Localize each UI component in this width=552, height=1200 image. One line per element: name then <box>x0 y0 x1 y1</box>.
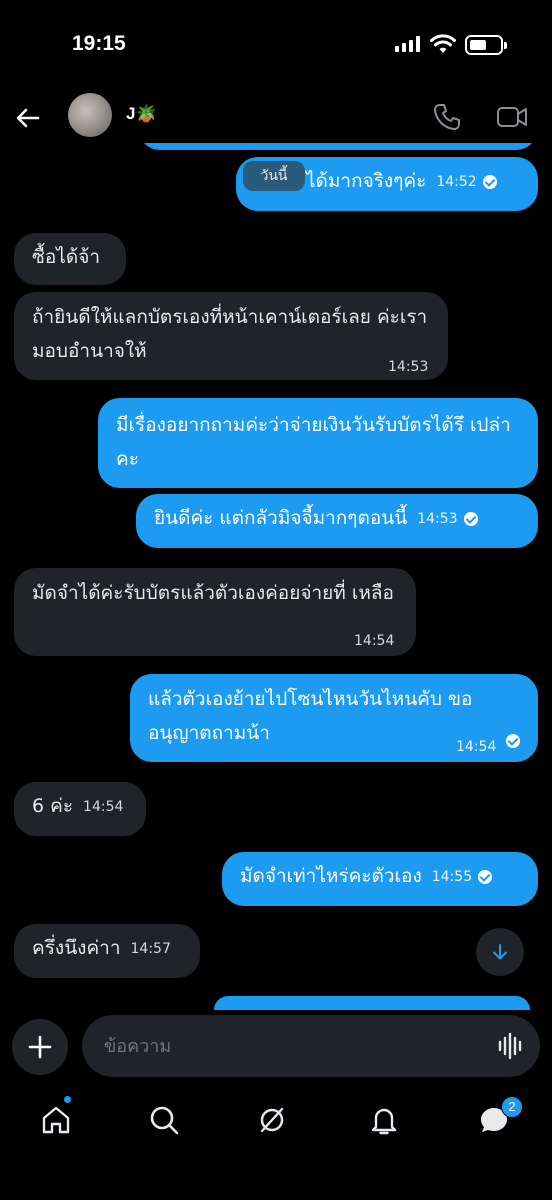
message-text: มีเรื่องอยากถามค่ะว่าจ่ายเงินวันรับบัตรไ… <box>116 414 511 470</box>
home-icon <box>42 1106 70 1134</box>
message-text: 6 ค่ะ <box>32 795 74 817</box>
grok-icon <box>260 1107 284 1133</box>
search-icon <box>150 1106 179 1135</box>
message-time: 14:54 <box>456 739 497 755</box>
back-arrow-icon[interactable] <box>14 104 42 132</box>
message-time: 14:54 <box>83 798 124 815</box>
message-text: ครึ่งนึงค่าา <box>32 937 121 959</box>
message-bubble-incoming[interactable]: ถ้ายินดีให้แลกบัตรเองที่หน้าเคาน์เตอร์เล… <box>14 292 448 380</box>
nav-notifications[interactable] <box>364 1100 404 1140</box>
video-call-icon[interactable] <box>496 102 528 132</box>
plus-icon <box>28 1035 52 1059</box>
phone-icon[interactable] <box>432 102 462 132</box>
partial-message-bubble <box>214 996 530 1010</box>
arrow-down-icon <box>493 944 507 960</box>
message-bubble-incoming[interactable]: มัดจำได้ค่ะรับบัตรแล้วตัวเองค่อยจ่ายที่ … <box>14 568 416 656</box>
wifi-icon <box>430 34 456 53</box>
message-time: 14:55 <box>431 868 473 885</box>
message-text: ยินดีค่ะ แต่กลัวมิจจี้มากๆตอนนี้ <box>154 507 408 529</box>
bell-icon <box>371 1108 397 1135</box>
avatar[interactable] <box>68 93 112 137</box>
message-bubble-incoming[interactable]: 6 ค่ะ 14:54 <box>14 782 146 836</box>
read-receipt-icon <box>478 869 493 884</box>
status-bar: 19:15 <box>0 0 552 90</box>
bottom-navigation: 2 <box>0 1086 552 1200</box>
nav-search[interactable] <box>144 1100 184 1140</box>
messages-badge: 2 <box>501 1096 523 1118</box>
message-bubble-incoming[interactable]: ซื้อได้จ้า <box>14 233 126 285</box>
message-time: 14:53 <box>417 510 458 527</box>
message-text: ได้มากจริงๆค่ะ <box>306 170 427 192</box>
voice-message-icon[interactable] <box>498 1032 524 1060</box>
message-time: 14:53 <box>388 359 429 375</box>
read-receipt-icon <box>482 174 497 189</box>
scroll-to-bottom-button[interactable] <box>476 928 524 976</box>
add-attachment-button[interactable] <box>12 1019 68 1075</box>
contact-name[interactable]: J🪴 <box>126 104 157 124</box>
cellular-signal-icon <box>395 36 420 52</box>
message-time: 14:54 <box>354 633 395 649</box>
read-receipt-icon <box>506 734 520 748</box>
message-bubble-outgoing[interactable]: มัดจำเท่าไหร่คะตัวเอง 14:55 <box>222 852 538 906</box>
message-bubble-outgoing[interactable]: ยินดีค่ะ แต่กลัวมิจจี้มากๆตอนนี้ 14:53 <box>136 494 538 548</box>
status-time: 19:15 <box>72 32 126 55</box>
date-separator: วันนี้ <box>243 161 305 191</box>
notification-dot <box>64 1096 71 1103</box>
message-bubble-outgoing[interactable]: มีเรื่องอยากถามค่ะว่าจ่ายเงินวันรับบัตรไ… <box>98 398 538 488</box>
nav-grok[interactable] <box>252 1100 292 1140</box>
message-text: ถ้ายินดีให้แลกบัตรเองที่หน้าเคาน์เตอร์เล… <box>32 306 428 362</box>
message-input[interactable] <box>82 1015 540 1077</box>
message-bubble-outgoing[interactable]: แล้วตัวเองย้ายไปโซนไหนวันไหนคับ ขอ อนุญา… <box>130 674 538 762</box>
message-text: ซื้อได้จ้า <box>32 246 101 268</box>
message-text: มัดจำได้ค่ะรับบัตรแล้วตัวเองค่อยจ่ายที่ … <box>32 582 394 604</box>
read-receipt-icon <box>463 511 478 526</box>
nav-home[interactable] <box>36 1100 76 1140</box>
chat-header: J🪴 <box>0 90 552 146</box>
message-time: 14:57 <box>130 940 171 957</box>
message-time: 14:52 <box>436 173 477 190</box>
battery-icon <box>465 35 507 55</box>
message-composer <box>0 1010 552 1086</box>
message-bubble-incoming[interactable]: ครึ่งนึงค่าา 14:57 <box>14 924 200 978</box>
message-text: มัดจำเท่าไหร่คะตัวเอง <box>240 865 422 887</box>
